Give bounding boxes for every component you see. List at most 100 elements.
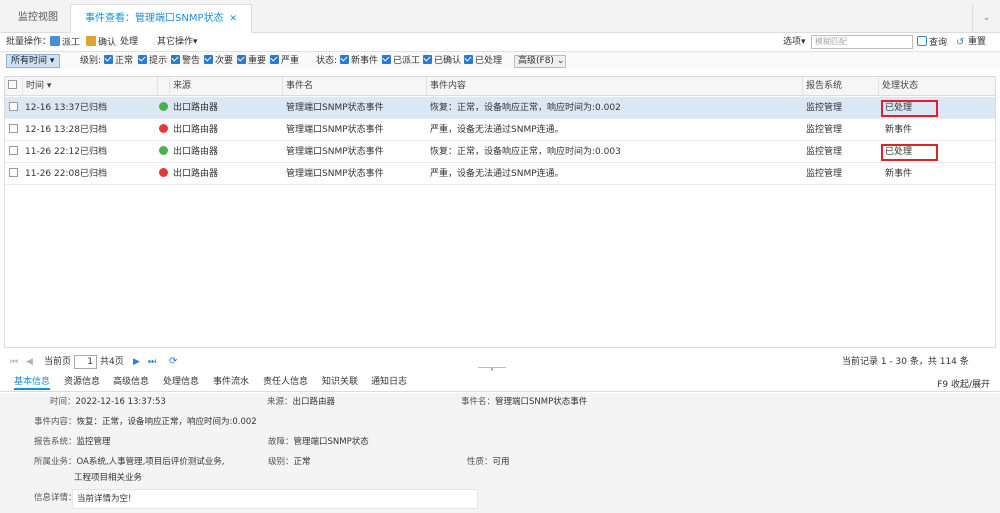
- row-time: 12-16 13:37: [25, 103, 80, 113]
- first-page-icon[interactable]: ⏮: [10, 356, 18, 368]
- column-status[interactable]: 处理状态: [878, 77, 995, 96]
- current-page-label: 当前页: [44, 357, 72, 367]
- row-source: 出口路由器: [159, 163, 218, 185]
- checkbox-checked-icon: [171, 55, 180, 64]
- detail-nature: 性质：可用: [467, 457, 510, 467]
- tab-event-view[interactable]: 事件查看：管理端口SNMP状态 ✕: [70, 4, 253, 33]
- table-row[interactable]: 11-26 22:12 已归档 出口路由器 管理端口SNMP状态事件 恢复：正常，设备响…: [5, 141, 995, 163]
- tab-advanced-info[interactable]: 高级信息: [113, 376, 149, 390]
- detail-info-box: 当前详情为空!: [72, 489, 478, 509]
- reset-button[interactable]: ↺ 重置: [956, 36, 986, 49]
- row-source: 出口路由器: [159, 97, 218, 119]
- row-time: 11-26 22:08: [25, 169, 80, 179]
- level-checkbox-critical[interactable]: 严重: [270, 55, 299, 67]
- row-checkbox[interactable]: [9, 119, 18, 141]
- collapse-toggle[interactable]: F9 收起/展开: [937, 377, 990, 390]
- next-page-icon[interactable]: ▶: [133, 356, 140, 368]
- row-event-content: 严重，设备无法通过SNMP连通。: [430, 125, 564, 135]
- record-count: 当前记录 1 - 30 条，共 114 条: [842, 357, 969, 367]
- level-checkbox-minor[interactable]: 次要: [204, 55, 233, 67]
- other-ops-button[interactable]: 其它操作▾: [157, 36, 198, 49]
- row-event-content: 恢复：正常，设备响应正常，响应时间为:0.003: [430, 147, 621, 157]
- dispatch-icon: [50, 36, 60, 46]
- total-pages: 共4页: [100, 357, 124, 367]
- refresh-icon[interactable]: ⟳: [169, 356, 177, 368]
- confirm-icon: [86, 36, 96, 46]
- row-checkbox[interactable]: [9, 97, 18, 119]
- advanced-filter-select[interactable]: 高级(F8) ⌄: [514, 55, 566, 68]
- table-row[interactable]: 12-16 13:28 已归档 出口路由器 管理端口SNMP状态事件 严重，设备无法通过…: [5, 119, 995, 141]
- level-checkbox-hint[interactable]: 提示: [138, 55, 167, 67]
- handle-button[interactable]: 处理: [120, 36, 626, 408]
- tab-menu-chevron-down-icon[interactable]: ⌄: [972, 4, 1000, 33]
- column-event-name[interactable]: 事件名: [282, 77, 426, 96]
- checkbox-checked-icon: [464, 55, 473, 64]
- close-icon[interactable]: ✕: [230, 14, 238, 24]
- tab-resource-info[interactable]: 资源信息: [64, 376, 100, 390]
- row-event-name: 管理端口SNMP状态事件: [286, 169, 384, 179]
- column-time[interactable]: 时间 ▾: [22, 77, 157, 96]
- row-checkbox[interactable]: [9, 141, 18, 163]
- dispatch-button[interactable]: 派工: [50, 36, 80, 49]
- column-event-content[interactable]: 事件内容: [426, 77, 802, 96]
- detail-content: 事件内容：恢复：正常，设备响应正常，响应时间为:0.002: [34, 417, 257, 427]
- prev-page-icon[interactable]: ◀: [26, 356, 33, 368]
- status-checkbox-confirmed[interactable]: 已确认: [423, 55, 461, 67]
- search-input[interactable]: 模糊匹配: [811, 35, 913, 49]
- level-label: 级别:: [80, 56, 102, 66]
- checkbox-checked-icon: [204, 55, 213, 64]
- row-event-name: 管理端口SNMP状态事件: [286, 147, 384, 157]
- chevron-down-icon: ⌄: [556, 56, 565, 66]
- tab-event-flow[interactable]: 事件流水: [213, 376, 249, 390]
- options-button[interactable]: 选项▾: [783, 36, 806, 49]
- row-archived-link[interactable]: 已归档: [80, 97, 107, 119]
- row-report-system: 监控管理: [806, 147, 843, 157]
- status-checkbox-new[interactable]: 新事件: [340, 55, 378, 67]
- tab-monitor-view[interactable]: 监控视图: [4, 4, 72, 33]
- row-status: 新事件: [885, 125, 913, 135]
- tab-notify-log[interactable]: 通知日志: [371, 376, 407, 390]
- row-event-name: 管理端口SNMP状态事件: [286, 103, 384, 113]
- tab-handling-info[interactable]: 处理信息: [163, 376, 199, 390]
- search-button[interactable]: 查询: [917, 36, 947, 49]
- checkbox-checked-icon: [340, 55, 349, 64]
- status-label: 状态:: [316, 56, 338, 66]
- row-source: 出口路由器: [159, 141, 218, 163]
- severity-dot-icon: [159, 168, 168, 177]
- row-checkbox[interactable]: [9, 163, 18, 185]
- row-source: 出口路由器: [159, 119, 218, 141]
- table-row[interactable]: 11-26 22:08 已归档 出口路由器 管理端口SNMP状态事件 严重，设备无法通过…: [5, 163, 995, 185]
- checkbox-checked-icon: [270, 55, 279, 64]
- detail-fault: 故障：管理端口SNMP状态: [268, 437, 369, 447]
- level-checkbox-warning[interactable]: 警告: [171, 55, 200, 67]
- page-number-input[interactable]: 1: [74, 355, 97, 369]
- sort-down-icon: ▾: [46, 81, 52, 91]
- row-archived-link[interactable]: 已归档: [80, 141, 107, 163]
- last-page-icon[interactable]: ⏭: [148, 356, 156, 368]
- status-checkbox-dispatched[interactable]: 已派工: [382, 55, 420, 67]
- level-checkbox-major[interactable]: 重要: [237, 55, 266, 67]
- row-status: 已处理: [881, 141, 938, 163]
- row-archived-link[interactable]: 已归档: [80, 119, 107, 141]
- column-source[interactable]: 来源: [169, 77, 282, 96]
- tab-owner-info[interactable]: 责任人信息: [263, 376, 308, 390]
- confirm-button[interactable]: 确认: [86, 36, 116, 49]
- time-range-select[interactable]: 所有时间 ▾: [6, 54, 60, 68]
- row-status: 已处理: [881, 97, 938, 119]
- row-archived-link[interactable]: 已归档: [80, 163, 107, 185]
- tab-basic-info[interactable]: 基本信息: [14, 376, 51, 390]
- column-report-system[interactable]: 报告系统: [802, 77, 878, 96]
- row-event-content: 恢复：正常，设备响应正常，响应时间为:0.002: [430, 103, 621, 113]
- table-row[interactable]: 12-16 13:37 已归档 出口路由器 管理端口SNMP状态事件 恢复：正常，设备响…: [5, 97, 995, 119]
- detail-tabs: 基本信息 资源信息 高级信息 处理信息 事件流水 责任人信息 知识关联 通知日志…: [0, 372, 1000, 392]
- level-checkbox-normal[interactable]: 正常: [104, 55, 133, 67]
- checkbox-checked-icon: [104, 55, 113, 64]
- tab-knowledge[interactable]: 知识关联: [322, 376, 358, 390]
- filter-bar: 所有时间 ▾ 级别: 正常 提示 警告 次要 重要 严重 状态: 新事件 已派工…: [0, 51, 1000, 69]
- status-checkbox-handled[interactable]: 已处理: [464, 55, 502, 67]
- row-time: 11-26 22:12: [25, 147, 80, 157]
- select-all-checkbox[interactable]: [5, 77, 22, 96]
- detail-report-system: 报告系统：监控管理: [34, 437, 111, 447]
- detail-info-label: 信息详情：: [34, 493, 77, 503]
- detail-business-line2: 工程项目相关业务: [74, 473, 143, 483]
